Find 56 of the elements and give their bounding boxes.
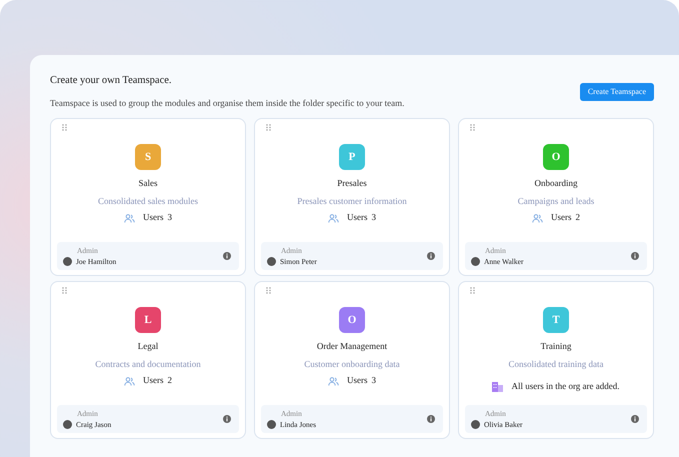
drag-handle-icon[interactable] bbox=[266, 287, 271, 294]
users-count: 2 bbox=[576, 211, 580, 224]
team-name: Training bbox=[540, 340, 572, 354]
users-count: 2 bbox=[168, 374, 172, 388]
users-icon bbox=[532, 214, 543, 222]
users-icon bbox=[328, 376, 339, 386]
team-name: Sales bbox=[138, 177, 158, 190]
avatar bbox=[267, 257, 276, 266]
team-letter-tile: O bbox=[339, 307, 365, 334]
avatar bbox=[471, 257, 480, 266]
users-label: Users bbox=[143, 211, 164, 224]
team-description: Consolidated sales modules bbox=[98, 194, 198, 208]
info-icon[interactable] bbox=[223, 252, 231, 260]
avatar bbox=[471, 420, 480, 430]
team-description: Presales customer information bbox=[297, 194, 407, 208]
team-description: Contracts and documentation bbox=[95, 358, 201, 371]
users-icon bbox=[328, 214, 339, 222]
team-description: Campaigns and leads bbox=[518, 194, 594, 208]
avatar bbox=[267, 420, 276, 430]
info-icon[interactable] bbox=[427, 415, 435, 424]
info-icon[interactable] bbox=[631, 415, 639, 424]
page-title: Create your own Teamspace. bbox=[50, 74, 173, 88]
info-icon[interactable] bbox=[223, 415, 231, 424]
info-icon[interactable] bbox=[427, 252, 435, 260]
users-label: Users bbox=[143, 374, 164, 388]
drag-handle-icon[interactable] bbox=[62, 124, 67, 132]
info-icon[interactable] bbox=[631, 252, 639, 260]
create-teamspace-button[interactable]: Create Teamspace bbox=[580, 83, 654, 101]
team-description: Customer onboarding data bbox=[304, 358, 400, 371]
drag-handle-icon[interactable] bbox=[266, 124, 271, 132]
team-name: Legal bbox=[138, 340, 158, 354]
users-note: All users in the org are added. bbox=[511, 380, 620, 394]
team-letter-tile: T bbox=[543, 307, 569, 334]
team-name: Presales bbox=[337, 177, 367, 190]
users-count: 3 bbox=[372, 211, 376, 224]
users-label: Users bbox=[347, 211, 368, 224]
page-description: Teamspace is used to group the modules and organise them inside the folder specific to your team. bbox=[50, 96, 404, 110]
users-icon bbox=[124, 214, 135, 222]
users-label: Users bbox=[347, 374, 368, 388]
team-letter-tile: S bbox=[135, 144, 161, 170]
drag-handle-icon[interactable] bbox=[470, 124, 475, 132]
users-count: 3 bbox=[168, 211, 172, 224]
team-name: Onboarding bbox=[534, 177, 578, 190]
team-letter-tile: O bbox=[543, 144, 569, 170]
team-letter-tile: P bbox=[339, 144, 365, 170]
team-name: Order Management bbox=[316, 340, 388, 354]
building-icon bbox=[492, 382, 504, 392]
users-label: Users bbox=[551, 211, 572, 224]
avatar bbox=[63, 257, 72, 266]
avatar bbox=[63, 420, 72, 430]
drag-handle-icon[interactable] bbox=[62, 287, 67, 294]
users-icon bbox=[124, 376, 135, 386]
team-description: Consolidated training data bbox=[508, 358, 604, 371]
users-count: 3 bbox=[372, 374, 376, 388]
team-letter-tile: L bbox=[135, 307, 161, 334]
drag-handle-icon[interactable] bbox=[470, 287, 475, 294]
